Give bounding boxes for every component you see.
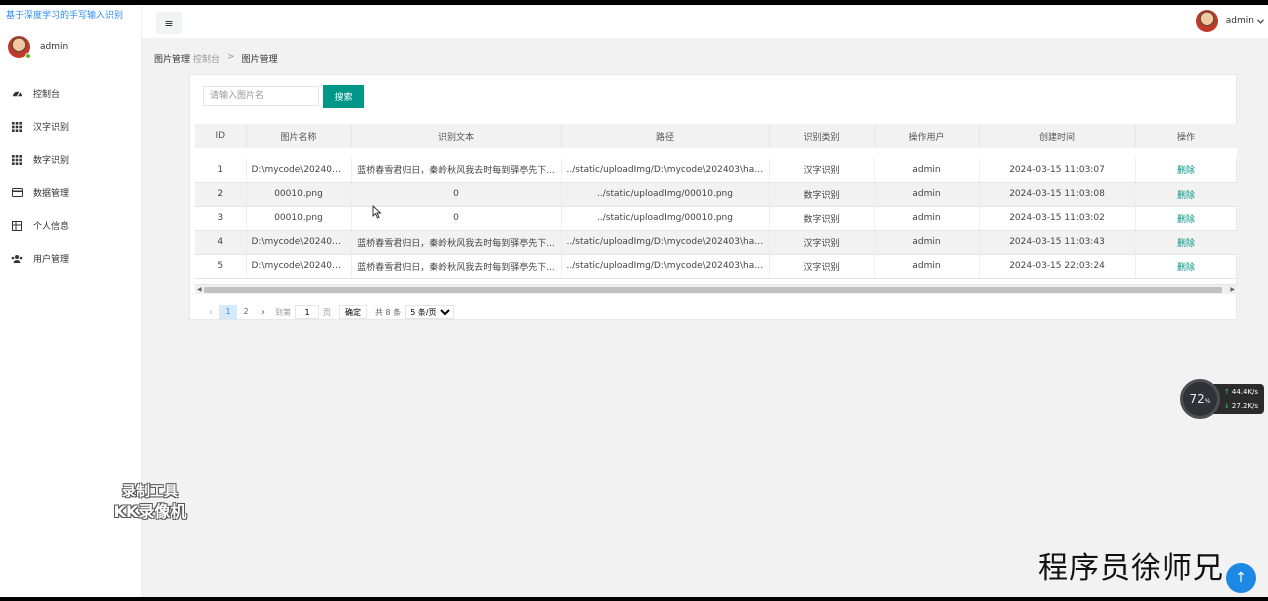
header-user-menu[interactable]: admin bbox=[1195, 8, 1264, 34]
table-row[interactable]: 2 00010.png 0 ../static/uploadImg/00010.… bbox=[195, 182, 1237, 207]
column-header-action: 操作 bbox=[1135, 124, 1237, 148]
table-spacer bbox=[195, 148, 1237, 158]
search-input[interactable] bbox=[203, 86, 319, 106]
author-watermark: 程序员徐师兄 bbox=[1038, 551, 1224, 586]
scrollbar-thumb[interactable] bbox=[204, 287, 1222, 293]
grid-icon bbox=[11, 154, 23, 166]
app-frame: 基于深度学习的手写输入识别 admin 控制台 汉字识别 数字识别 数据管理 个… bbox=[0, 5, 1268, 597]
goto-confirm-button[interactable]: 确定 bbox=[339, 305, 367, 319]
column-header-path: 路径 bbox=[561, 124, 770, 148]
breadcrumb-sub[interactable]: 控制台 bbox=[193, 52, 220, 65]
upload-arrow-icon: ↑ bbox=[1224, 388, 1230, 396]
breadcrumb-root[interactable]: 图片管理 bbox=[154, 52, 190, 65]
table-icon bbox=[11, 220, 23, 232]
avatar bbox=[1195, 10, 1218, 32]
column-header-id: ID bbox=[195, 124, 247, 148]
search-button[interactable]: 搜索 bbox=[323, 85, 364, 108]
goto-label: 到第 bbox=[275, 307, 291, 317]
delete-link[interactable]: 删除 bbox=[1177, 191, 1195, 201]
table-row[interactable]: 5 D:\mycode\202403... 蓝桥春雪君归日，秦岭秋风我去时每到驿… bbox=[195, 254, 1237, 279]
breadcrumb-current: 图片管理 bbox=[241, 55, 278, 65]
column-header-category: 识别类别 bbox=[769, 124, 875, 148]
menu-toggle-icon[interactable]: ≡ bbox=[156, 12, 182, 34]
delete-link[interactable]: 删除 bbox=[1177, 215, 1195, 225]
sidebar-item-hanzi[interactable]: 汉字识别 bbox=[0, 110, 141, 143]
download-arrow-icon: ↓ bbox=[1224, 402, 1230, 410]
app-title: 基于深度学习的手写输入识别 bbox=[6, 11, 124, 21]
table-row[interactable]: 3 00010.png 0 ../static/uploadImg/00010.… bbox=[195, 206, 1237, 231]
table-row[interactable]: 4 D:\mycode\202403... 蓝桥春雪君归日，秦岭秋风我去时每到驿… bbox=[195, 230, 1237, 255]
page-1[interactable]: 1 bbox=[219, 305, 237, 319]
sidebar-item-dashboard[interactable]: 控制台 bbox=[0, 77, 141, 110]
sidebar-item-profile[interactable]: 个人信息 bbox=[0, 209, 141, 242]
network-monitor-widget[interactable]: 72% ↑ 44.4K/s ↓ 27.2K/s bbox=[1180, 379, 1264, 419]
upload-speed: ↑ 44.4K/s bbox=[1224, 388, 1259, 396]
online-status-icon bbox=[25, 53, 31, 59]
dashboard-icon bbox=[11, 88, 23, 100]
sidebar-item-digit[interactable]: 数字识别 bbox=[0, 143, 141, 176]
image-table: ID 图片名称 识别文本 路径 识别类别 操作用户 创建时间 操作 1 D:\m… bbox=[195, 124, 1237, 294]
column-header-name: 图片名称 bbox=[246, 124, 352, 148]
next-page-icon[interactable]: › bbox=[255, 307, 271, 318]
sidebar-user[interactable]: admin bbox=[0, 27, 141, 69]
page-unit-label: 页 bbox=[323, 307, 331, 317]
sidebar-item-users[interactable]: 用户管理 bbox=[0, 242, 141, 275]
search-bar: 搜索 bbox=[203, 85, 364, 108]
users-icon bbox=[11, 253, 23, 265]
scroll-right-icon[interactable]: ▶ bbox=[1230, 286, 1235, 293]
breadcrumb-separator: > bbox=[227, 52, 235, 62]
column-header-user: 操作用户 bbox=[874, 124, 980, 148]
table-row[interactable]: 1 D:\mycode\202403... 蓝桥春雪君归日，秦岭秋风我去时每到驿… bbox=[195, 158, 1237, 183]
sidebar-menu: 控制台 汉字识别 数字识别 数据管理 个人信息 用户管理 bbox=[0, 77, 141, 275]
header-user-name: admin bbox=[1225, 16, 1254, 26]
image-list-panel: 搜索 ID 图片名称 识别文本 路径 识别类别 bbox=[189, 74, 1237, 320]
top-header: ≡ admin bbox=[142, 5, 1268, 38]
horizontal-scrollbar[interactable]: ◀ ▶ bbox=[195, 284, 1237, 294]
table-header-row: ID 图片名称 识别文本 路径 识别类别 操作用户 创建时间 操作 bbox=[195, 124, 1237, 148]
scroll-left-icon[interactable]: ◀ bbox=[197, 286, 202, 293]
delete-link[interactable]: 删除 bbox=[1177, 263, 1195, 273]
main-content: 图片管理 控制台 > 图片管理 搜索 ID 图 bbox=[142, 38, 1268, 597]
sidebar-item-data[interactable]: 数据管理 bbox=[0, 176, 141, 209]
cpu-gauge: 72% bbox=[1180, 379, 1220, 419]
mouse-cursor-icon bbox=[372, 205, 382, 219]
column-header-time: 创建时间 bbox=[979, 124, 1136, 148]
page-size-select[interactable]: 5 条/页 bbox=[405, 305, 455, 319]
breadcrumb: 图片管理 控制台 > 图片管理 bbox=[154, 52, 278, 65]
delete-link[interactable]: 删除 bbox=[1177, 239, 1195, 249]
pagination: ‹ 1 2 › 到第 页 确定 共 8 条 5 条/页 bbox=[203, 305, 455, 319]
column-header-text: 识别文本 bbox=[351, 124, 562, 148]
total-count: 共 8 条 bbox=[375, 307, 402, 317]
recorder-watermark: 录制工具 KK录像机 bbox=[113, 484, 187, 521]
download-speed: ↓ 27.2K/s bbox=[1224, 402, 1259, 410]
chevron-down-icon bbox=[1257, 18, 1264, 24]
card-icon bbox=[11, 187, 23, 199]
sidebar-user-name: admin bbox=[40, 42, 69, 52]
grid-icon bbox=[11, 121, 23, 133]
prev-page-icon[interactable]: ‹ bbox=[203, 307, 219, 318]
goto-page-input[interactable] bbox=[295, 305, 319, 319]
back-to-top-button[interactable]: ↑ bbox=[1226, 563, 1256, 593]
page-2[interactable]: 2 bbox=[237, 305, 255, 319]
delete-link[interactable]: 删除 bbox=[1177, 166, 1195, 176]
